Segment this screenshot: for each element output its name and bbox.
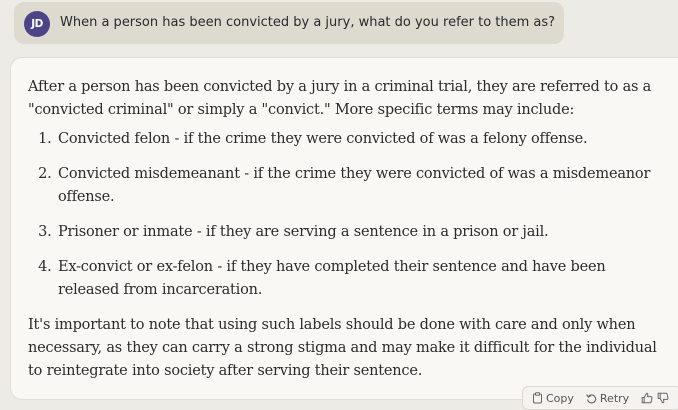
copy-button[interactable]: Copy — [532, 392, 574, 405]
retry-arrow-icon — [586, 393, 597, 404]
assistant-response-body: After a person has been convicted by a j… — [28, 76, 668, 383]
response-intro: After a person has been convicted by a j… — [28, 79, 652, 118]
copy-label: Copy — [546, 391, 574, 405]
retry-label: Retry — [599, 391, 630, 405]
user-message-text: When a person has been convicted by a ju… — [60, 15, 556, 30]
list-item: Ex-convict or ex-felon - if they have co… — [56, 256, 668, 302]
retry-button[interactable]: Retry — [586, 392, 629, 405]
thumbs-down-icon — [657, 392, 669, 404]
response-closing: It's important to note that using such l… — [28, 317, 657, 379]
user-avatar[interactable]: JD — [24, 11, 50, 37]
thumbs-up-icon — [641, 392, 653, 404]
clipboard-icon — [532, 392, 543, 404]
list-item: Convicted misdemeanant - if the crime th… — [56, 163, 668, 209]
thumbs-up-button[interactable] — [641, 392, 653, 404]
chat-page: JD When a person has been convicted by a… — [0, 0, 678, 410]
thumbs-down-button[interactable] — [657, 392, 669, 404]
list-item: Convicted felon - if the crime they were… — [56, 128, 668, 151]
user-message-bubble: JD When a person has been convicted by a… — [14, 2, 564, 44]
list-item: Prisoner or inmate - if they are serving… — [56, 221, 668, 244]
response-list: Convicted felon - if the crime they were… — [28, 128, 668, 302]
response-actions-bar: Copy Retry — [522, 386, 678, 410]
